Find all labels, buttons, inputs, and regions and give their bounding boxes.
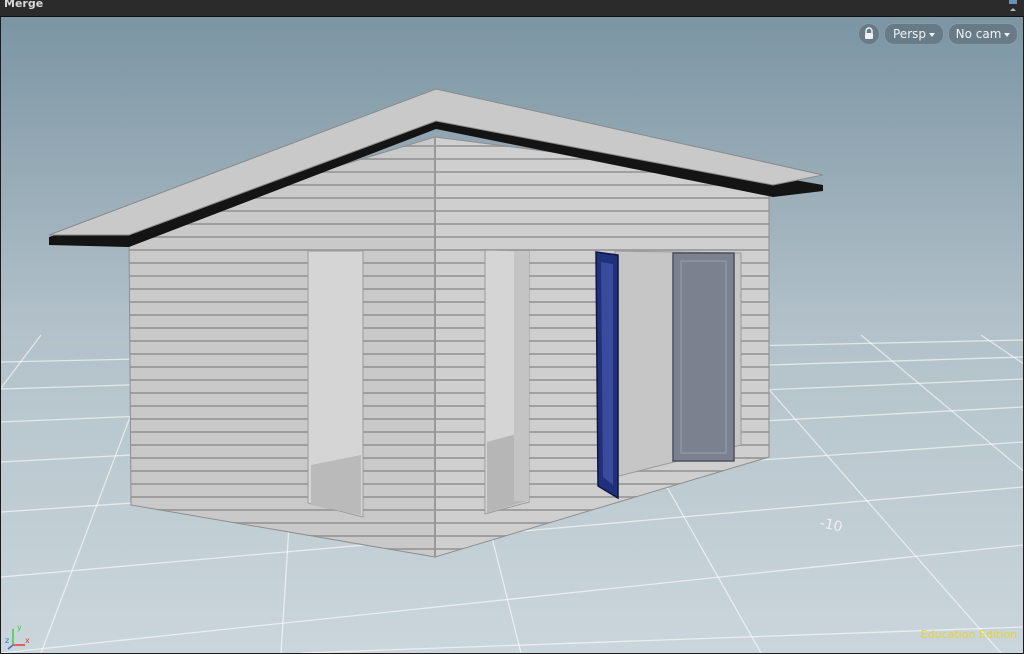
scene-viewport[interactable]: -10 Persp No cam Education Edition y x z [1,17,1023,653]
pane-menu-icon[interactable] [1006,0,1020,12]
camera-menu-button[interactable]: No cam [948,23,1018,45]
axis-y-label: y [17,623,22,632]
axis-gizmo-icon: y x z [5,623,30,650]
edition-watermark: Education Edition [920,628,1017,641]
camera-lock-button[interactable] [858,23,880,45]
view-menu-label: Persp [893,27,926,41]
window-opening-right[interactable] [484,249,530,515]
dropdown-caret-icon [1004,32,1011,37]
axis-z-label: z [5,636,9,645]
pane-title: Merge [4,0,44,10]
scene-canvas[interactable]: -10 [1,17,1023,653]
camera-menu-label: No cam [955,27,1002,41]
dropdown-caret-icon [929,32,935,37]
lock-icon [865,27,873,39]
axis-x-label: x [25,636,30,645]
view-menu-button[interactable]: Persp [884,23,944,45]
window-opening-left[interactable] [307,250,364,518]
pane-title-bar: Merge [0,0,1024,17]
door-leaf-right[interactable] [672,252,735,462]
